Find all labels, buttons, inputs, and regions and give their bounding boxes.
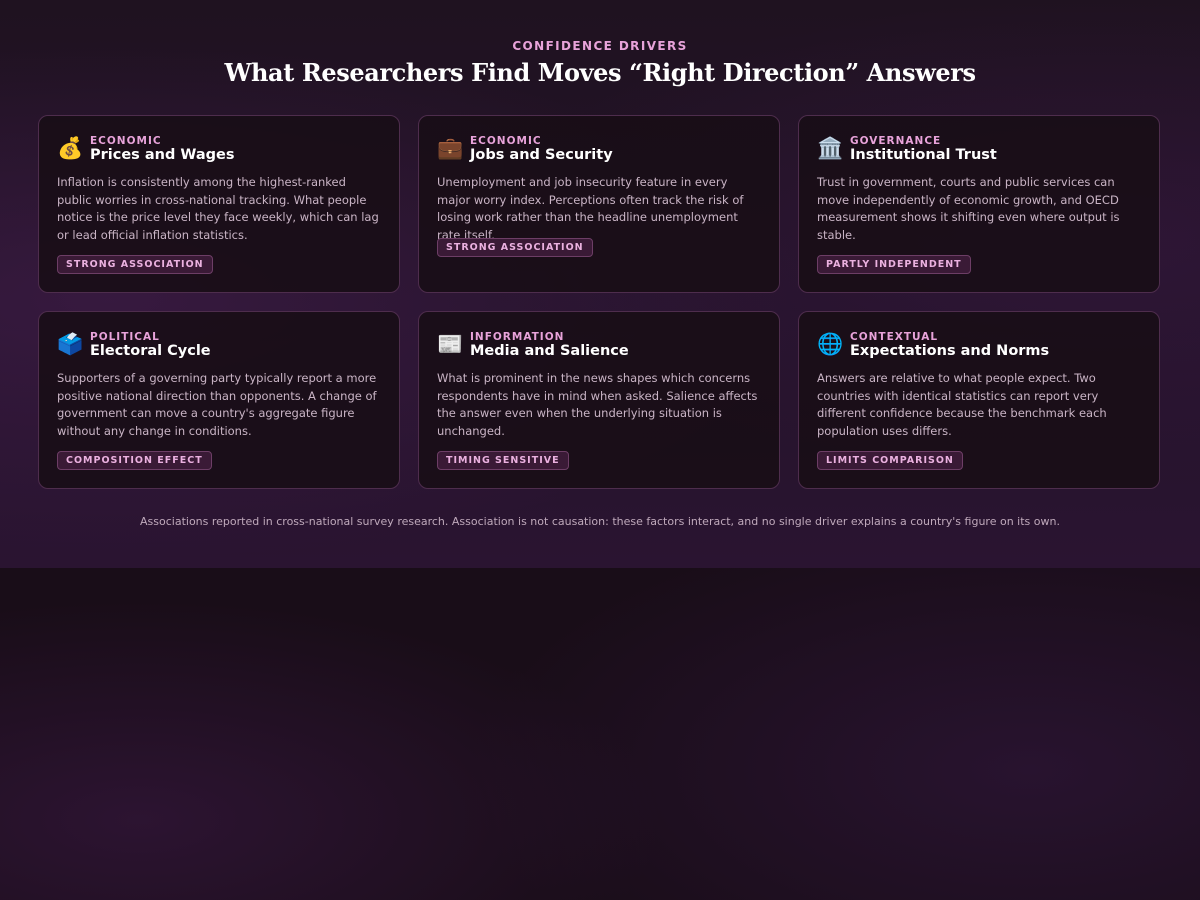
driver-card-expectations-and-norms: 🌐 CONTEXTUAL Expectations and Norms Answ… bbox=[798, 311, 1160, 489]
drivers-panel: CONFIDENCE DRIVERS What Researchers Find… bbox=[0, 0, 1200, 568]
association-badge: PARTLY INDEPENDENT bbox=[817, 255, 971, 274]
association-badge: TIMING SENSITIVE bbox=[437, 451, 569, 470]
briefcase-icon: 💼 bbox=[437, 136, 464, 160]
association-badge: STRONG ASSOCIATION bbox=[437, 238, 593, 257]
association-badge: LIMITS COMPARISON bbox=[817, 451, 963, 470]
card-category: ECONOMIC bbox=[470, 135, 542, 147]
card-title: Prices and Wages bbox=[90, 147, 235, 163]
globe-icon: 🌐 bbox=[817, 332, 844, 356]
driver-card-prices-and-wages: 💰 ECONOMIC Prices and Wages Inflation is… bbox=[38, 115, 400, 293]
card-title: Expectations and Norms bbox=[850, 343, 1050, 359]
card-description: Unemployment and job insecurity feature … bbox=[437, 175, 744, 242]
card-category: ECONOMIC bbox=[90, 135, 162, 147]
classical-building-icon: 🏛️ bbox=[817, 136, 844, 160]
driver-card-jobs-and-security: 💼 ECONOMIC Jobs and Security Unemploymen… bbox=[418, 115, 780, 293]
card-category: GOVERNANCE bbox=[850, 135, 942, 147]
driver-card-electoral-cycle: 🗳️ POLITICAL Electoral Cycle Supporters … bbox=[38, 311, 400, 489]
card-description: Supporters of a governing party typicall… bbox=[57, 371, 377, 438]
driver-card-institutional-trust: 🏛️ GOVERNANCE Institutional Trust Trust … bbox=[798, 115, 1160, 293]
card-description: Trust in government, courts and public s… bbox=[817, 175, 1120, 242]
association-badge: STRONG ASSOCIATION bbox=[57, 255, 213, 274]
association-badge: COMPOSITION EFFECT bbox=[57, 451, 212, 470]
footnote: Associations reported in cross-national … bbox=[140, 515, 1060, 528]
card-title: Media and Salience bbox=[470, 343, 629, 359]
newspaper-icon: 📰 bbox=[437, 332, 464, 356]
section-eyebrow: CONFIDENCE DRIVERS bbox=[512, 39, 688, 53]
card-title: Electoral Cycle bbox=[90, 343, 211, 359]
card-category: INFORMATION bbox=[470, 331, 565, 343]
card-description: What is prominent in the news shapes whi… bbox=[437, 371, 758, 438]
driver-card-media-and-salience: 📰 INFORMATION Media and Salience What is… bbox=[418, 311, 780, 489]
money-bag-icon: 💰 bbox=[57, 136, 84, 160]
card-category: POLITICAL bbox=[90, 331, 160, 343]
card-description: Inflation is consistently among the high… bbox=[57, 175, 379, 242]
card-description: Answers are relative to what people expe… bbox=[817, 371, 1107, 438]
card-category: CONTEXTUAL bbox=[850, 331, 939, 343]
card-title: Jobs and Security bbox=[470, 147, 613, 163]
card-title: Institutional Trust bbox=[850, 147, 997, 163]
ballot-box-icon: 🗳️ bbox=[57, 332, 84, 356]
page-title: What Researchers Find Moves “Right Direc… bbox=[224, 58, 976, 87]
